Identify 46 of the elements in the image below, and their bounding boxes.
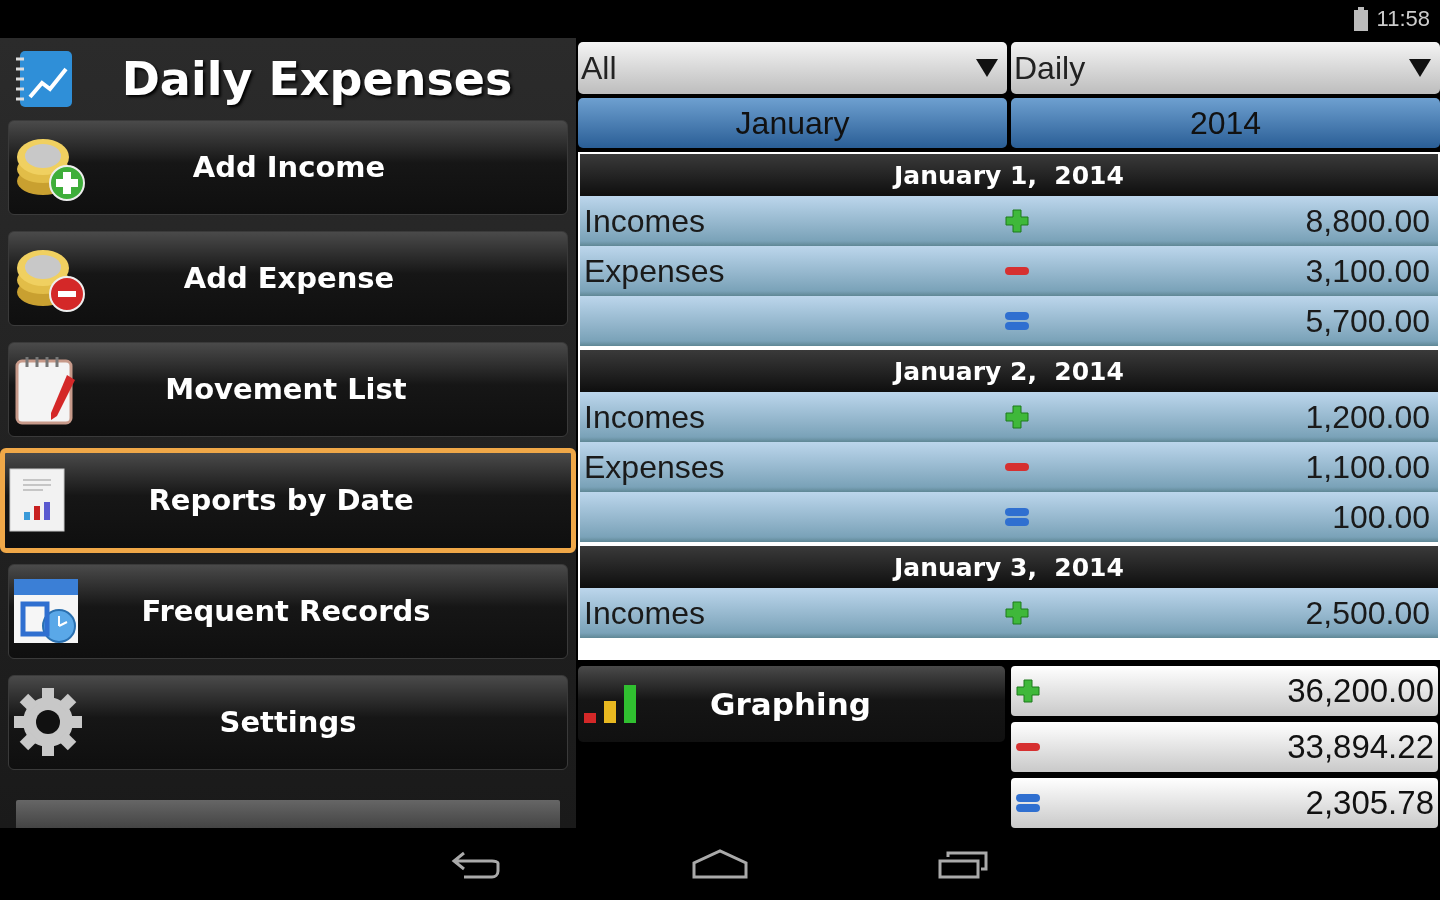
dropdown[interactable]: Daily: [1011, 42, 1440, 94]
dropdown-arrow-icon: [1408, 58, 1432, 78]
date-header: January 1, 2014: [580, 154, 1438, 196]
app-logo-icon: [14, 48, 74, 109]
menu-button[interactable]: Add Income: [8, 119, 568, 215]
total-field: 2,305.78: [1011, 778, 1438, 828]
plus-icon: [1015, 678, 1041, 704]
report-row[interactable]: Incomes 2,500.00: [580, 588, 1438, 638]
home-icon[interactable]: [692, 849, 748, 879]
minus-icon: [1004, 266, 1030, 276]
report-row[interactable]: 5,700.00: [580, 296, 1438, 346]
report-row[interactable]: Expenses 1,100.00: [580, 442, 1438, 492]
graphing-button[interactable]: Graphing: [578, 666, 1005, 742]
report-row[interactable]: Expenses 3,100.00: [580, 246, 1438, 296]
menu-button[interactable]: Settings: [8, 674, 568, 770]
total-field: 33,894.22: [1011, 722, 1438, 772]
menu-button[interactable]: Movement List: [8, 341, 568, 437]
plus-icon: [1004, 600, 1030, 626]
equals-icon: [1004, 507, 1030, 527]
menu-button[interactable]: Reports by Date: [0, 447, 576, 553]
report-row[interactable]: 100.00: [580, 492, 1438, 542]
minus-icon: [1015, 742, 1041, 752]
menu-button[interactable]: Add Expense: [8, 230, 568, 326]
menu-button[interactable]: Frequent Records: [8, 563, 568, 659]
settings-icon: [13, 687, 83, 758]
plus-icon: [1004, 404, 1030, 430]
dropdown-arrow-icon: [975, 58, 999, 78]
equals-icon: [1015, 793, 1041, 813]
back-icon[interactable]: [450, 849, 502, 879]
report-row[interactable]: Incomes 1,200.00: [580, 392, 1438, 442]
period-tab[interactable]: 2014: [1011, 98, 1440, 148]
report-row[interactable]: Incomes 8,800.00: [580, 196, 1438, 246]
plus-icon: [1004, 208, 1030, 234]
minus-icon: [1004, 462, 1030, 472]
period-tab[interactable]: January: [578, 98, 1007, 148]
recent-apps-icon[interactable]: [938, 849, 990, 879]
dropdown[interactable]: All: [578, 42, 1007, 94]
report-chart-icon: [9, 468, 65, 533]
date-header: January 3, 2014: [580, 546, 1438, 588]
date-header: January 2, 2014: [580, 350, 1438, 392]
equals-icon: [1004, 311, 1030, 331]
total-field: 36,200.00: [1011, 666, 1438, 716]
app-title: Daily Expenses: [120, 51, 514, 106]
calendar-clock-icon: [13, 578, 79, 645]
battery-icon: [1352, 7, 1369, 31]
status-time: 11:58: [1376, 6, 1430, 32]
